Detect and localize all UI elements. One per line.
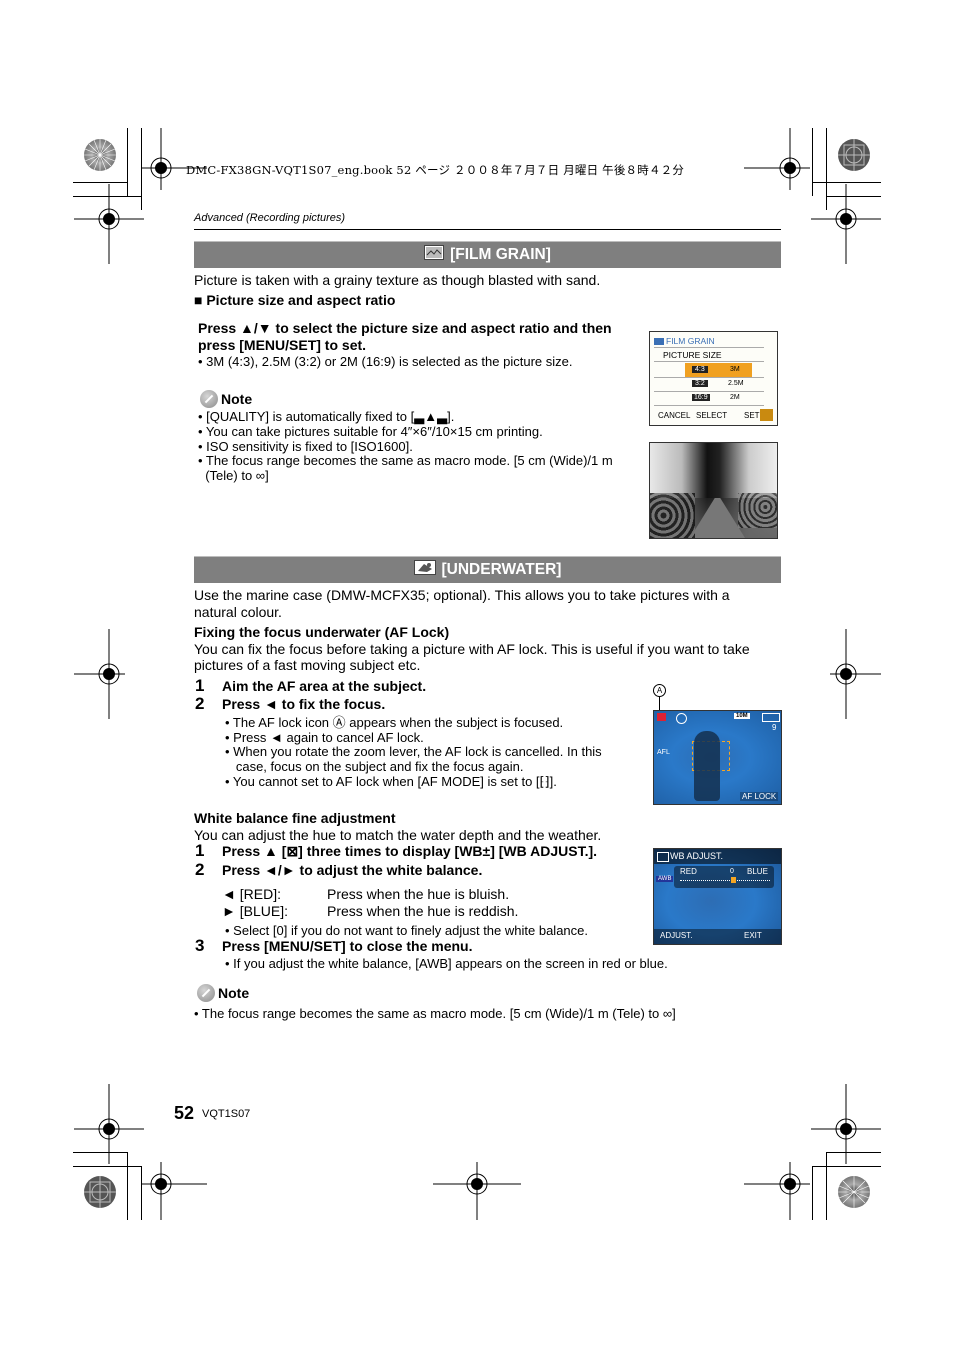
crosshair-icon [74, 629, 125, 719]
color-wheel-icon [838, 1176, 870, 1208]
crosshair-icon [141, 128, 207, 190]
film-grain-lcd-screenshot: FILM GRAIN PICTURE SIZE 4:3 3M 3:2 2.5M … [649, 331, 778, 426]
step-text: Press [MENU/SET] to close the menu. [222, 938, 473, 954]
wb-bullet: • Select [0] if you do not want to finel… [225, 923, 588, 938]
step-number: 2 [195, 694, 205, 713]
color-wheel-icon [84, 139, 116, 171]
lcd-footer-select: SELECT [696, 411, 728, 420]
underwater-mode-icon [657, 713, 666, 721]
af-lock-desc: You can fix the focus before taking a pi… [194, 641, 750, 657]
wb-value-blue: Press when the hue is reddish. [327, 903, 519, 919]
running-head: Advanced (Recording pictures) [194, 212, 346, 224]
film-grain-scene-icon [424, 245, 445, 265]
menu-set-icon [760, 409, 773, 421]
underwater-scene-icon [413, 560, 436, 580]
awb-badge: AWB [656, 876, 674, 882]
stabilizer-icon [676, 713, 687, 724]
lcd-title-row: FILM GRAIN [654, 336, 715, 346]
film-grain-intro: Picture is taken with a grainy texture a… [194, 272, 601, 288]
note-item: (Tele) to ∞] [198, 468, 269, 483]
crosshair-icon [744, 1162, 810, 1220]
section-title: [UNDERWATER] [441, 561, 562, 578]
document-code: VQT1S07 [202, 1108, 251, 1120]
section-header-film-grain: [FILM GRAIN] [194, 241, 781, 268]
battery-icon [762, 713, 780, 722]
wb-bullet: • If you adjust the white balance, [AWB]… [225, 956, 668, 971]
note-pencil-icon [197, 984, 215, 1002]
step-text: Press ▲ [⊠] three times to display [WB±]… [222, 843, 598, 859]
film-grain-sample-photo [649, 442, 778, 539]
underwater-intro: natural colour. [194, 604, 282, 620]
instruction-line: press [MENU/SET] to set. [198, 337, 367, 353]
crosshair-icon [141, 1162, 207, 1220]
page-number: 52 [174, 1103, 195, 1123]
step-text: Press ◄/► to adjust the white balance. [222, 862, 483, 878]
section-title: [FILM GRAIN] [450, 246, 551, 263]
crosshair-icon [74, 184, 144, 264]
note-pencil-icon [200, 390, 218, 408]
crosshair-icon [744, 128, 810, 190]
note-item: • ISO sensitivity is fixed to [ISO1600]. [198, 439, 413, 454]
underwater-intro: Use the marine case (DMW-MCFX35; optiona… [194, 587, 730, 603]
color-wheel-icon [838, 139, 870, 171]
lcd-title: WB ADJUST. [670, 851, 724, 861]
note-heading: Note [197, 984, 249, 1002]
crosshair-icon [811, 1084, 881, 1164]
step-text: Aim the AF area at the subject. [222, 678, 427, 694]
crosshair-icon [830, 629, 881, 719]
wb-adjust-icon [657, 852, 669, 862]
wb-slider-track [680, 880, 770, 881]
color-wheel-icon [84, 1176, 116, 1208]
af-lock-bullet: • Press ◄ again to cancel AF lock. [225, 730, 424, 745]
callout-a-label: A [653, 684, 666, 697]
lcd-footer-cancel: CANCEL [658, 411, 691, 420]
crosshair-icon [811, 184, 881, 264]
wb-key-red: ◄ [RED]: [222, 886, 281, 902]
af-lock-desc: pictures of a fast moving subject etc. [194, 657, 421, 673]
subheading-picture-size: ■ Picture size and aspect ratio [194, 292, 396, 308]
film-grain-mini-icon [654, 338, 664, 346]
step-number: 1 [195, 841, 205, 860]
af-lock-lcd-screenshot: 10M 9 AFL AF LOCK [653, 710, 782, 805]
note-heading: Note [200, 390, 252, 408]
af-lock-text: AF LOCK [740, 792, 779, 801]
diver-silhouette [694, 731, 720, 801]
note-item: • The focus range becomes the same as ma… [194, 1006, 676, 1021]
instruction-line: Press ▲/▼ to select the picture size and… [198, 320, 612, 336]
step-number: 2 [195, 860, 205, 879]
note-item: • [QUALITY] is automatically fixed to [▃… [198, 409, 455, 424]
wb-key-blue: ► [BLUE]: [222, 903, 288, 919]
note-item: • You can take pictures suitable for 4″×… [198, 424, 543, 439]
af-lock-bullet: case, focus on the subject and fix the f… [225, 759, 524, 774]
crosshair-icon [74, 1084, 144, 1164]
book-file-header: DMC-FX38GN-VQT1S07_eng.book 52 ページ ２００８年… [186, 163, 685, 177]
wb-value-red: Press when the hue is bluish. [327, 886, 510, 902]
wb-slider-thumb[interactable] [731, 877, 736, 883]
wb-heading: White balance fine adjustment [194, 810, 396, 826]
lcd-footer-set: SET [744, 411, 760, 420]
section-header-underwater: [UNDERWATER] [194, 556, 781, 583]
registration-targets [74, 128, 881, 1220]
af-lock-bullet: • When you rotate the zoom lever, the AF… [225, 744, 602, 759]
step-number: 3 [195, 936, 205, 955]
wb-adjust-lcd-screenshot: WB ADJUST. AWB RED 0 BLUE ADJUST. EXIT [653, 848, 782, 945]
lcd-subtitle: PICTURE SIZE [663, 350, 722, 360]
step-number: 1 [195, 676, 205, 695]
step-text: Press ◄ to fix the focus. [222, 696, 386, 712]
af-lock-heading: Fixing the focus underwater (AF Lock) [194, 624, 450, 640]
crosshair-icon [433, 1162, 521, 1220]
af-lock-bullet: • You cannot set to AF lock when [AF MOD… [225, 774, 557, 789]
note-item: • The focus range becomes the same as ma… [198, 453, 613, 468]
header-rule [194, 229, 781, 230]
wb-desc: You can adjust the hue to match the wate… [194, 827, 602, 843]
instruction-bullet: • 3M (4:3), 2.5M (3:2) or 2M (16:9) is s… [198, 354, 573, 369]
af-lock-bullet: • The AF lock icon Ⓐ appears when the su… [225, 715, 564, 730]
afl-indicator: AFL [657, 749, 670, 756]
